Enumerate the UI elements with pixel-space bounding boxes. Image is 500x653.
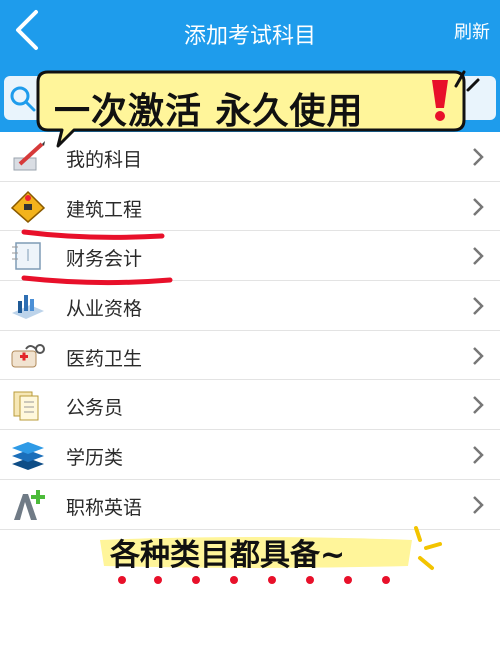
list-item-label: 医药卫生 [66, 347, 143, 370]
chevron-right-icon [473, 446, 484, 465]
sparkle-icon [414, 526, 442, 570]
promo-text-bottom: 各种类目都具备~ [110, 538, 346, 573]
list-item-education[interactable]: 学历类 [0, 430, 500, 480]
list-item-civil-service[interactable]: 公务员 [0, 380, 500, 431]
list-item-medicine[interactable]: 医药卫生 [0, 331, 500, 381]
sparkle-icon [454, 70, 480, 92]
construction-sign-icon [10, 190, 46, 223]
underline-mark [21, 229, 165, 240]
certificate-stack-icon [12, 295, 44, 320]
subject-list: 我的科目 建筑工程 财务会计 从业资格 医药卫生 公务员 学历类 职称英语 [0, 132, 500, 530]
chevron-right-icon [473, 247, 484, 266]
underline-mark [21, 275, 173, 286]
medical-kit-icon [11, 343, 45, 368]
chevron-right-icon [473, 396, 484, 415]
dots-decoration [118, 576, 390, 584]
promo-banner-bottom: 各种类目都具备~ [96, 518, 446, 594]
refresh-button[interactable]: 刷新 [454, 18, 490, 44]
list-item-label: 学历类 [66, 447, 124, 470]
list-item-label: 从业资格 [66, 298, 143, 321]
chevron-right-icon [473, 148, 484, 166]
page-title: 添加考试科目 [183, 24, 316, 49]
list-item-label: 职称英语 [66, 496, 143, 519]
chevron-right-icon [473, 297, 484, 315]
letter-a-plus-icon [14, 489, 45, 520]
top-bar: 添加考试科目 刷新 [0, 0, 500, 64]
exclamation-icon [432, 80, 448, 121]
chevron-right-icon [473, 197, 484, 216]
chevron-right-icon [473, 346, 484, 365]
documents-icon [13, 391, 39, 421]
list-item-label: 公务员 [66, 397, 124, 420]
list-item-label: 建筑工程 [66, 198, 143, 221]
promo-banner-top: 一次激活 永久使用 [34, 68, 468, 148]
promo-text-top: 一次激活 永久使用 [54, 91, 364, 132]
layers-icon [12, 442, 44, 471]
chevron-right-icon [473, 495, 484, 514]
